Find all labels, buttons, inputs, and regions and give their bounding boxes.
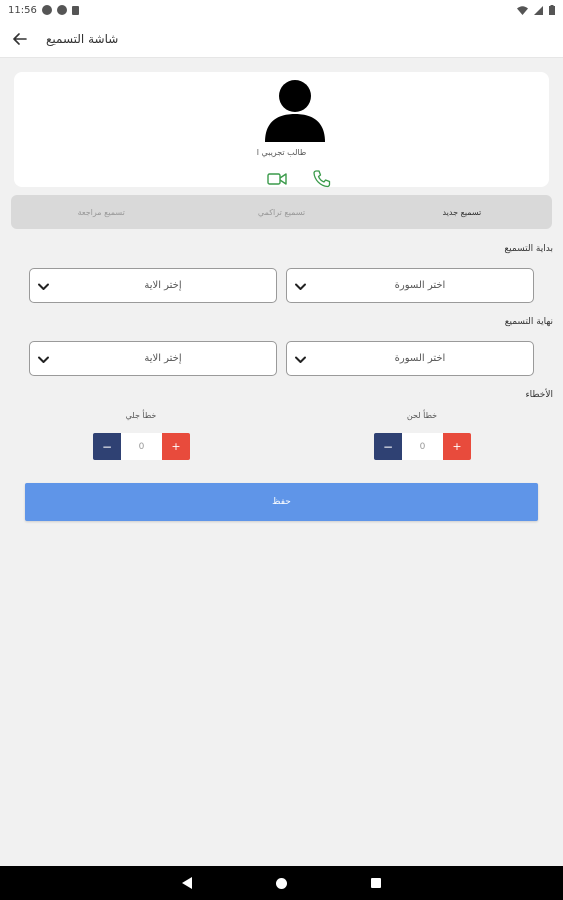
back-button[interactable]: [2, 21, 38, 57]
minor-error-increment-button[interactable]: +: [443, 433, 471, 460]
chevron-down-icon: [295, 356, 306, 363]
tab-new-recitation[interactable]: تسميع جديد: [372, 195, 552, 229]
minor-error-label: خطأ لحن: [406, 411, 438, 420]
student-name: طالب تجريبي ا: [256, 148, 307, 157]
battery-icon: [549, 5, 555, 15]
major-error-stepper: − 0 +: [93, 433, 190, 460]
minor-error-count-input[interactable]: 0: [402, 433, 443, 460]
triangle-back-icon: [182, 877, 192, 889]
minor-error-decrement-button[interactable]: −: [374, 433, 402, 460]
page-title: شاشة التسميع: [46, 31, 119, 46]
nav-back-button[interactable]: [180, 875, 196, 891]
phone-call-icon[interactable]: [312, 169, 332, 189]
avatar-person-icon: [265, 80, 325, 142]
end-surah-value: اختر السورة: [394, 353, 446, 364]
nav-recents-button[interactable]: [368, 875, 384, 891]
system-nav-bar: [0, 866, 563, 900]
recitation-type-tabs: تسميع جديد تسميع تراكمي تسميع مراجعة: [11, 195, 552, 229]
recitation-end-label: نهاية التسميع: [504, 317, 553, 327]
nav-home-button[interactable]: [274, 875, 290, 891]
major-error-count-input[interactable]: 0: [121, 433, 162, 460]
minor-error-stepper: − 0 +: [374, 433, 471, 460]
major-error-label: خطأ جلي: [125, 411, 157, 420]
save-button[interactable]: حفظ: [25, 483, 538, 521]
status-time: 11:56: [8, 4, 37, 16]
tab-cumulative-recitation[interactable]: تسميع تراكمي: [191, 195, 371, 229]
major-error-decrement-button[interactable]: −: [93, 433, 121, 460]
major-error-increment-button[interactable]: +: [162, 433, 190, 460]
start-surah-value: اختر السورة: [394, 280, 446, 291]
tab-review-recitation[interactable]: تسميع مراجعة: [11, 195, 191, 229]
end-surah-select[interactable]: اختر السورة: [286, 341, 534, 376]
notification-icon: [41, 5, 52, 15]
wifi-icon: [517, 5, 528, 15]
end-ayah-select[interactable]: إختر الاية: [29, 341, 277, 376]
square-recents-icon: [370, 878, 381, 888]
start-surah-select[interactable]: اختر السورة: [286, 268, 534, 303]
chevron-down-icon: [38, 283, 49, 290]
app-bar: شاشة التسميع: [0, 20, 563, 58]
notification-icon: [56, 5, 67, 15]
chevron-down-icon: [38, 356, 49, 363]
start-ayah-select[interactable]: إختر الاية: [29, 268, 277, 303]
arrow-left-icon: [13, 32, 27, 45]
recitation-start-label: بداية التسميع: [504, 244, 553, 254]
errors-label: الأخطاء: [525, 390, 553, 400]
chevron-down-icon: [295, 283, 306, 290]
start-ayah-value: إختر الاية: [144, 280, 182, 291]
circle-home-icon: [276, 877, 287, 889]
status-bar: 11:56: [0, 0, 563, 20]
end-ayah-value: إختر الاية: [144, 353, 182, 364]
sd-card-icon: [71, 5, 79, 15]
signal-icon: [534, 5, 543, 15]
student-profile-card: طالب تجريبي ا: [14, 72, 549, 189]
video-call-icon[interactable]: [266, 170, 288, 188]
